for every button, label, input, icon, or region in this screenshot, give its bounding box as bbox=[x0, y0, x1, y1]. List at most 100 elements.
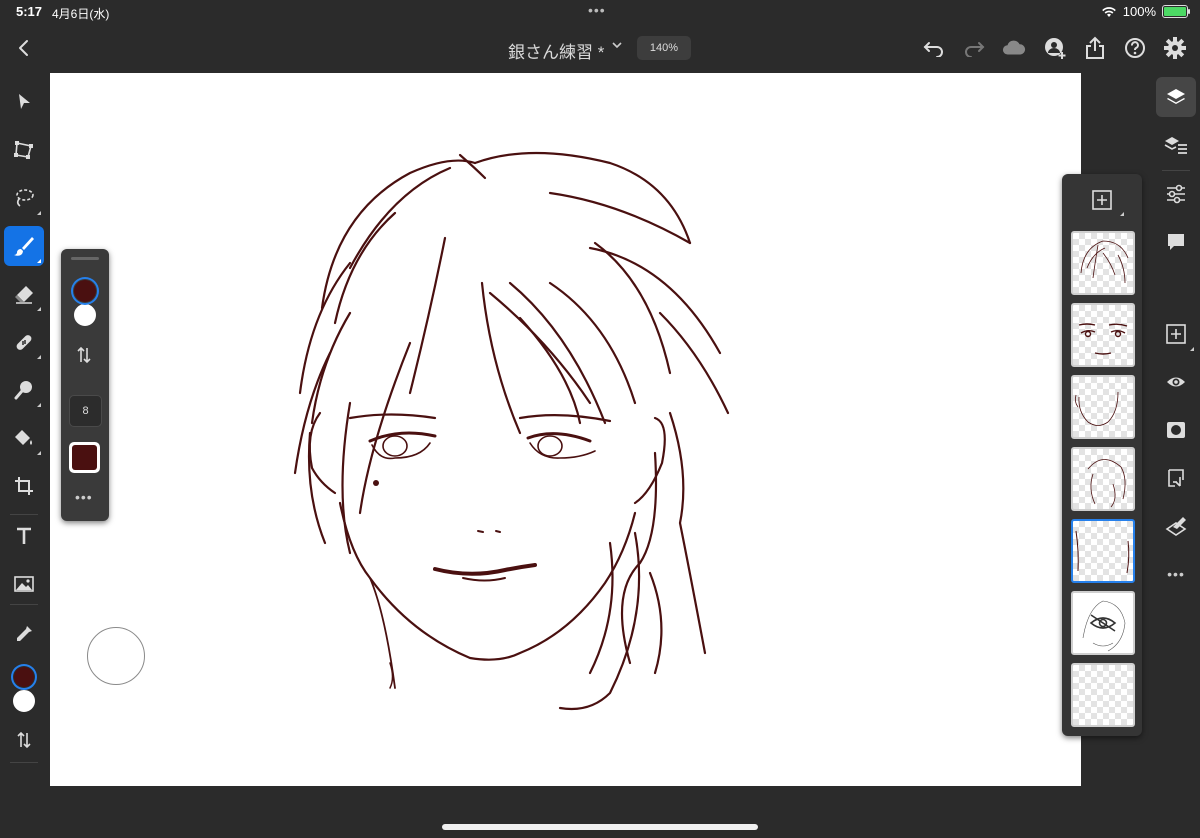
layer-thumb-hidden-sketch[interactable] bbox=[1071, 591, 1135, 655]
battery-icon bbox=[1162, 5, 1190, 18]
document-title[interactable]: 銀さん練習 * bbox=[508, 38, 604, 63]
more-options-icon[interactable]: ••• bbox=[75, 489, 93, 505]
layer-thumb-side-lines[interactable] bbox=[1071, 519, 1135, 583]
sliders-icon bbox=[1167, 184, 1185, 204]
zoom-level-button[interactable]: 140% bbox=[637, 36, 691, 60]
status-bar: 5:17 4月6日(水) ••• 100% bbox=[0, 0, 1200, 24]
brush-settings-panel: 8 ••• bbox=[61, 249, 109, 521]
brush-cursor-preview bbox=[87, 627, 145, 685]
brush-size-field[interactable]: 8 bbox=[69, 395, 102, 427]
rail-swap-colors-button[interactable] bbox=[4, 720, 44, 760]
panel-color-swatches[interactable] bbox=[67, 273, 103, 329]
transform-icon bbox=[14, 141, 33, 159]
smudge-tool[interactable] bbox=[4, 370, 44, 410]
brush-tool[interactable] bbox=[4, 226, 44, 266]
invite-button[interactable] bbox=[1043, 36, 1067, 60]
back-button[interactable] bbox=[14, 36, 34, 60]
transform-tool[interactable] bbox=[4, 130, 44, 170]
mask-button[interactable] bbox=[1156, 410, 1196, 450]
brush-color-fill bbox=[72, 445, 97, 470]
eye-hidden-icon bbox=[1089, 614, 1117, 632]
layer-thumb-background[interactable] bbox=[1071, 663, 1135, 727]
visibility-button[interactable] bbox=[1156, 362, 1196, 402]
chevron-down-icon[interactable] bbox=[612, 40, 622, 50]
top-toolbar: 銀さん練習 * 140% bbox=[0, 24, 1200, 72]
comment-icon bbox=[1168, 234, 1184, 250]
lasso-icon bbox=[16, 189, 34, 207]
add-square-icon bbox=[1166, 324, 1186, 344]
panel-background-swatch[interactable] bbox=[72, 302, 98, 328]
brush-color-button[interactable] bbox=[69, 442, 100, 473]
eraser-tool[interactable] bbox=[4, 274, 44, 314]
arrow-pointer-icon bbox=[19, 94, 30, 109]
crop-tool[interactable] bbox=[4, 466, 44, 506]
eraser-layer-icon bbox=[1165, 517, 1187, 536]
mask-icon bbox=[1167, 422, 1185, 438]
lasso-tool[interactable] bbox=[4, 178, 44, 218]
add-layer-button[interactable] bbox=[1090, 188, 1124, 216]
home-indicator[interactable] bbox=[442, 824, 758, 830]
cloud-sync-button[interactable] bbox=[1002, 36, 1026, 60]
cloud-icon bbox=[1002, 40, 1026, 55]
left-tool-rail bbox=[0, 72, 49, 838]
rail-background-swatch[interactable] bbox=[11, 688, 37, 714]
image-tool[interactable] bbox=[4, 564, 44, 604]
paint-bucket-icon bbox=[15, 430, 32, 445]
text-tool[interactable] bbox=[4, 516, 44, 556]
layer-preview bbox=[1074, 391, 1119, 426]
layer-thumb-face-outline[interactable] bbox=[1071, 375, 1135, 439]
multitasking-dots-icon[interactable]: ••• bbox=[588, 2, 606, 18]
healing-tool[interactable] bbox=[4, 322, 44, 362]
status-right: 100% bbox=[1101, 4, 1190, 19]
battery-percent: 100% bbox=[1122, 4, 1156, 19]
more-icon[interactable]: ••• bbox=[1156, 554, 1196, 594]
panel-drag-handle[interactable] bbox=[71, 257, 99, 260]
comments-button[interactable] bbox=[1156, 222, 1196, 262]
layers-button[interactable] bbox=[1156, 77, 1196, 117]
redo-icon bbox=[965, 42, 985, 57]
select-tool[interactable] bbox=[4, 82, 44, 122]
eyedropper-tool[interactable] bbox=[4, 614, 44, 654]
adjustments-button[interactable] bbox=[1156, 174, 1196, 214]
status-time: 5:17 bbox=[16, 4, 43, 19]
layer-properties-button[interactable] bbox=[1156, 125, 1196, 165]
layer-preview bbox=[1075, 530, 1130, 574]
bandage-icon bbox=[16, 335, 32, 350]
layer-properties-icon bbox=[1164, 137, 1187, 154]
undo-icon bbox=[923, 42, 943, 57]
chevron-left-icon bbox=[19, 40, 28, 56]
crop-icon bbox=[15, 477, 33, 495]
add-person-icon bbox=[1045, 38, 1066, 59]
help-icon bbox=[1125, 38, 1145, 58]
redo-button[interactable] bbox=[962, 36, 986, 60]
gear-icon bbox=[1164, 37, 1186, 59]
export-icon bbox=[1168, 469, 1184, 487]
status-date: 4月6日(水) bbox=[52, 7, 110, 21]
layer-preview bbox=[1080, 240, 1129, 284]
rail-color-swatches[interactable] bbox=[6, 662, 44, 716]
text-icon bbox=[17, 527, 31, 544]
brush-icon bbox=[14, 237, 34, 256]
layer-preview bbox=[1078, 323, 1128, 355]
add-square-icon bbox=[1092, 190, 1112, 210]
layer-thumb-hair-front[interactable] bbox=[1071, 231, 1135, 295]
clear-layer-button[interactable] bbox=[1156, 506, 1196, 546]
eyedropper-icon bbox=[17, 626, 32, 641]
share-button[interactable] bbox=[1083, 36, 1107, 60]
drawing-canvas[interactable] bbox=[50, 73, 1081, 786]
swap-arrows-icon bbox=[77, 346, 91, 364]
layer-preview bbox=[1082, 600, 1126, 652]
help-button[interactable] bbox=[1123, 36, 1147, 60]
export-layer-button[interactable] bbox=[1156, 458, 1196, 498]
settings-button[interactable] bbox=[1163, 36, 1187, 60]
add-layer-rail-button[interactable] bbox=[1156, 314, 1196, 354]
layer-thumb-hair-back[interactable] bbox=[1071, 447, 1135, 511]
panel-swap-colors-button[interactable] bbox=[75, 345, 93, 370]
smudge-icon bbox=[14, 381, 32, 400]
image-icon bbox=[14, 576, 34, 592]
eraser-icon bbox=[15, 286, 33, 304]
undo-button[interactable] bbox=[922, 36, 946, 60]
fill-tool[interactable] bbox=[4, 418, 44, 458]
swap-arrows-icon bbox=[17, 731, 31, 749]
layer-thumb-eyes[interactable] bbox=[1071, 303, 1135, 367]
